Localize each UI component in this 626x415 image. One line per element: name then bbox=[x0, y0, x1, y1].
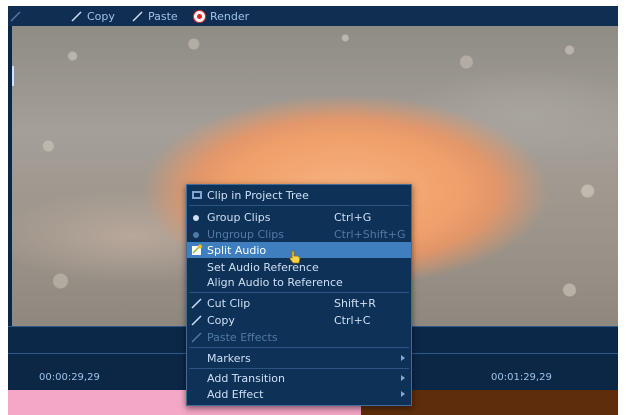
menu-item-label: Add Effect bbox=[207, 388, 264, 401]
menu-item-add-transition[interactable]: Add Transition bbox=[187, 370, 411, 386]
group-icon bbox=[191, 211, 203, 223]
menu-item-shortcut: Shift+R bbox=[334, 297, 376, 310]
menu-item-label: Copy bbox=[207, 314, 235, 327]
monitor-handle[interactable] bbox=[12, 66, 14, 86]
menu-item-label: Group Clips bbox=[207, 211, 271, 224]
menu-item-label: Clip in Project Tree bbox=[207, 189, 309, 202]
menu-item-copy[interactable]: Copy Ctrl+C bbox=[187, 312, 411, 328]
timecode-left: 00:00:29,29 bbox=[39, 372, 100, 383]
copy-icon bbox=[191, 314, 203, 326]
menu-separator bbox=[189, 205, 409, 206]
clip-icon bbox=[191, 189, 203, 201]
pointer-hand-icon bbox=[289, 250, 301, 267]
menu-item-cut-clip[interactable]: Cut Clip Shift+R bbox=[187, 295, 411, 311]
timecode-right: 00:01:29,29 bbox=[491, 372, 552, 383]
menu-separator bbox=[189, 347, 409, 348]
menu-item-clip-in-project-tree[interactable]: Clip in Project Tree bbox=[187, 187, 411, 203]
edit-pen-icon[interactable] bbox=[10, 8, 22, 24]
menu-item-label: Cut Clip bbox=[207, 297, 251, 310]
menu-separator bbox=[189, 368, 409, 369]
menu-item-label: Paste Effects bbox=[207, 331, 278, 344]
context-menu: Clip in Project Tree Group Clips Ctrl+G … bbox=[186, 184, 412, 406]
menu-item-label: Add Transition bbox=[207, 372, 285, 385]
ungroup-icon bbox=[191, 228, 203, 240]
menu-item-shortcut: Ctrl+G bbox=[334, 211, 372, 224]
menu-item-label: Split Audio bbox=[207, 244, 267, 257]
menu-item-label: Markers bbox=[207, 352, 251, 365]
copy-label: Copy bbox=[87, 9, 115, 23]
menu-item-label: Ungroup Clips bbox=[207, 228, 284, 241]
menu-item-align-audio-to-reference[interactable]: Align Audio to Reference bbox=[187, 274, 411, 290]
submenu-arrow-icon bbox=[401, 375, 405, 381]
menu-item-shortcut: Ctrl+C bbox=[334, 314, 371, 327]
menu-item-markers[interactable]: Markers bbox=[187, 350, 411, 366]
menu-item-shortcut: Ctrl+Shift+G bbox=[334, 228, 406, 241]
pen-icon bbox=[132, 10, 144, 22]
submenu-arrow-icon bbox=[401, 391, 405, 397]
record-icon bbox=[193, 9, 206, 23]
submenu-arrow-icon bbox=[401, 355, 405, 361]
pen-icon bbox=[71, 10, 83, 22]
audio-clip-pink[interactable] bbox=[8, 390, 186, 415]
menu-item-add-effect[interactable]: Add Effect bbox=[187, 386, 411, 402]
paste-label: Paste bbox=[148, 9, 178, 23]
menu-item-label: Set Audio Reference bbox=[207, 261, 319, 274]
menu-item-paste-effects: Paste Effects bbox=[187, 329, 411, 345]
menu-item-label: Align Audio to Reference bbox=[207, 276, 343, 289]
render-button[interactable]: Render bbox=[193, 8, 249, 24]
menu-item-group-clips[interactable]: Group Clips Ctrl+G bbox=[187, 209, 411, 225]
paste-icon bbox=[191, 331, 203, 343]
cut-icon bbox=[191, 297, 203, 309]
menu-item-ungroup-clips: Ungroup Clips Ctrl+Shift+G bbox=[187, 226, 411, 242]
copy-button[interactable]: Copy bbox=[71, 8, 115, 24]
split-audio-icon bbox=[191, 244, 203, 256]
render-label: Render bbox=[210, 9, 250, 23]
menu-separator bbox=[189, 292, 409, 293]
paste-button[interactable]: Paste bbox=[132, 8, 178, 24]
toolbar: Copy Paste Render bbox=[8, 6, 618, 26]
